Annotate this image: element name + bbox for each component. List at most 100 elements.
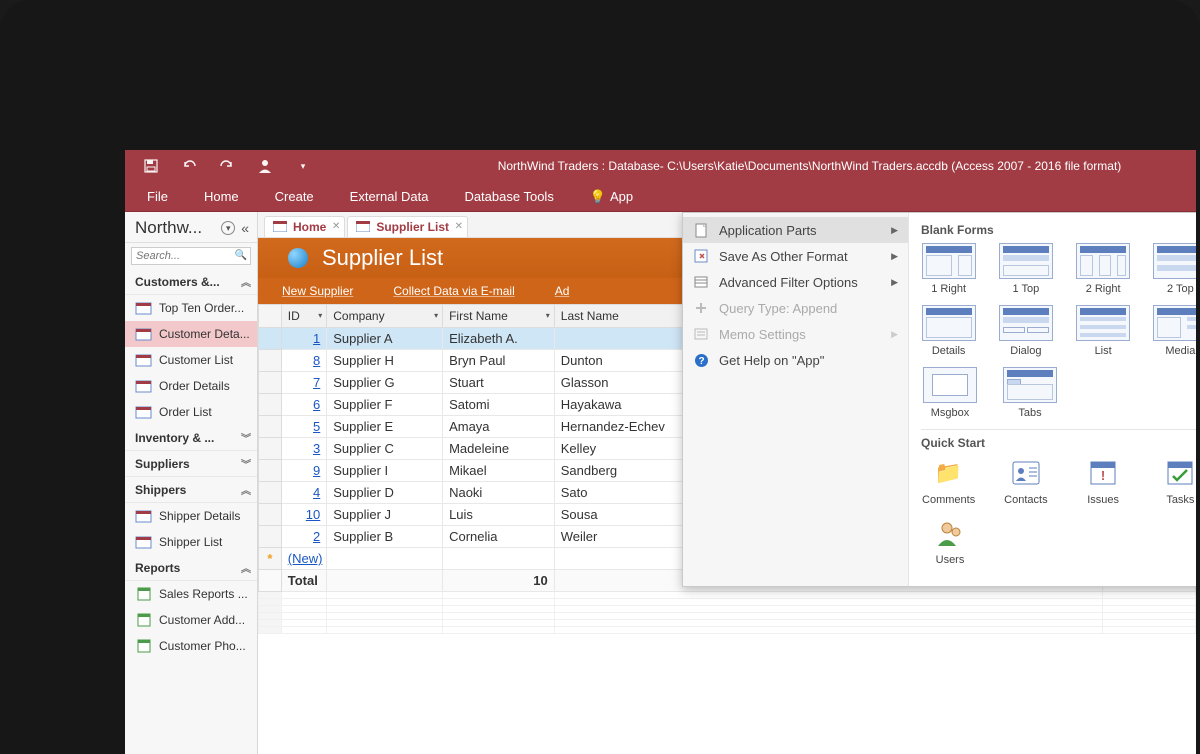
nav-item-customer-add[interactable]: Customer Add... — [125, 607, 257, 633]
nav-group-customers[interactable]: Customers &...︽ — [125, 269, 257, 295]
cell-id[interactable]: 2 — [281, 526, 327, 548]
collapse-icon[interactable]: ︽ — [241, 274, 251, 289]
gallery-1-right[interactable]: 1 Right — [921, 243, 976, 295]
expand-icon[interactable]: ︾ — [241, 456, 251, 471]
tab-home[interactable]: Home — [186, 183, 257, 210]
undo-icon[interactable] — [181, 158, 197, 174]
nav-group-shippers[interactable]: Shippers︽ — [125, 477, 257, 503]
gallery-msgbox[interactable]: Msgbox — [921, 367, 979, 419]
tab-create[interactable]: Create — [257, 183, 332, 210]
gallery-2-right[interactable]: 2 Right — [1076, 243, 1131, 295]
col-company[interactable]: Company▾ — [327, 305, 443, 328]
collapse-icon[interactable]: ︽ — [241, 482, 251, 497]
row-selector[interactable] — [259, 526, 282, 548]
menu-application-parts[interactable]: Application Parts▶ — [683, 217, 908, 243]
add-link[interactable]: Ad — [555, 284, 570, 298]
row-selector-header[interactable] — [259, 305, 282, 328]
tab-file[interactable]: File — [129, 183, 186, 210]
col-id[interactable]: ID▾ — [281, 305, 327, 328]
gallery-comments[interactable]: 📁Comments — [921, 456, 976, 506]
cell-company[interactable]: Supplier C — [327, 438, 443, 460]
nav-item-shipper-details[interactable]: Shipper Details — [125, 503, 257, 529]
close-icon[interactable]: ✕ — [332, 221, 340, 232]
cell-company[interactable]: Supplier D — [327, 482, 443, 504]
gallery-contacts[interactable]: Contacts — [998, 456, 1053, 506]
gallery-media[interactable]: Media — [1153, 305, 1196, 357]
cell-first-name[interactable]: Luis — [443, 504, 555, 526]
row-selector[interactable] — [259, 438, 282, 460]
search-input[interactable] — [131, 247, 251, 265]
collapse-icon[interactable]: ︽ — [241, 560, 251, 575]
cell-first-name[interactable]: Mikael — [443, 460, 555, 482]
gallery-tasks[interactable]: Tasks — [1153, 456, 1196, 506]
cell-id[interactable]: 1 — [281, 328, 327, 350]
nav-item-customer-list[interactable]: Customer List — [125, 347, 257, 373]
cell-id[interactable]: 7 — [281, 372, 327, 394]
user-icon[interactable] — [257, 158, 273, 174]
cell-company[interactable]: Supplier A — [327, 328, 443, 350]
row-selector[interactable] — [259, 504, 282, 526]
nav-title[interactable]: Northw... ▾ « — [125, 212, 257, 243]
cell-first-name[interactable]: Amaya — [443, 416, 555, 438]
cell-first-name[interactable]: Stuart — [443, 372, 555, 394]
nav-group-reports[interactable]: Reports︽ — [125, 555, 257, 581]
cell-id[interactable]: 8 — [281, 350, 327, 372]
nav-group-inventory[interactable]: Inventory & ...︾ — [125, 425, 257, 451]
nav-item-customer-pho[interactable]: Customer Pho... — [125, 633, 257, 659]
dropdown-icon[interactable]: ▾ — [434, 311, 438, 320]
cell-company[interactable]: Supplier F — [327, 394, 443, 416]
nav-group-suppliers[interactable]: Suppliers︾ — [125, 451, 257, 477]
collect-data-link[interactable]: Collect Data via E-mail — [393, 284, 514, 298]
gallery-1-top[interactable]: 1 Top — [998, 243, 1053, 295]
save-icon[interactable] — [143, 158, 159, 174]
cell-first-name[interactable]: Madeleine — [443, 438, 555, 460]
nav-item-top-ten-orders[interactable]: Top Ten Order... — [125, 295, 257, 321]
row-selector[interactable] — [259, 372, 282, 394]
nav-item-shipper-list[interactable]: Shipper List — [125, 529, 257, 555]
col-first-name[interactable]: First Name▾ — [443, 305, 555, 328]
cell-company[interactable]: Supplier I — [327, 460, 443, 482]
cell-company[interactable]: Supplier B — [327, 526, 443, 548]
row-selector[interactable] — [259, 328, 282, 350]
cell-first-name[interactable]: Naoki — [443, 482, 555, 504]
cell-company[interactable]: Supplier J — [327, 504, 443, 526]
redo-icon[interactable] — [219, 158, 235, 174]
row-selector[interactable] — [259, 482, 282, 504]
cell-first-name[interactable]: Satomi — [443, 394, 555, 416]
nav-item-order-details[interactable]: Order Details — [125, 373, 257, 399]
search-icon[interactable]: 🔍 — [235, 250, 247, 261]
cell-first-name[interactable]: Elizabeth A. — [443, 328, 555, 350]
new-supplier-link[interactable]: New Supplier — [282, 284, 353, 298]
gallery-dialog[interactable]: Dialog — [998, 305, 1053, 357]
new-record-icon[interactable]: * — [259, 548, 282, 570]
cell-company[interactable]: Supplier H — [327, 350, 443, 372]
cell-first-name[interactable]: Cornelia — [443, 526, 555, 548]
gallery-details[interactable]: Details — [921, 305, 976, 357]
dropdown-icon[interactable]: ▾ — [546, 311, 550, 320]
tab-database-tools[interactable]: Database Tools — [446, 183, 571, 210]
tab-external-data[interactable]: External Data — [332, 183, 447, 210]
gallery-users[interactable]: Users — [921, 516, 979, 566]
cell-id[interactable]: 3 — [281, 438, 327, 460]
gallery-tabs[interactable]: Tabs — [1001, 367, 1059, 419]
row-selector[interactable] — [259, 460, 282, 482]
cell-new[interactable]: (New) — [281, 548, 327, 570]
doc-tab-home[interactable]: Home ✕ — [264, 216, 345, 237]
gallery-issues[interactable]: !Issues — [1076, 456, 1131, 506]
doc-tab-supplier-list[interactable]: Supplier List ✕ — [347, 216, 468, 237]
nav-item-order-list[interactable]: Order List — [125, 399, 257, 425]
cell-id[interactable]: 6 — [281, 394, 327, 416]
cell-company[interactable]: Supplier E — [327, 416, 443, 438]
row-selector[interactable] — [259, 416, 282, 438]
nav-item-customer-details[interactable]: Customer Deta... — [125, 321, 257, 347]
gallery-2-top[interactable]: 2 Top — [1153, 243, 1196, 295]
collapse-nav-icon[interactable]: « — [241, 220, 249, 236]
menu-advanced-filter[interactable]: Advanced Filter Options▶ — [683, 269, 908, 295]
expand-icon[interactable]: ︾ — [241, 430, 251, 445]
cell-id[interactable]: 5 — [281, 416, 327, 438]
gallery-list[interactable]: List — [1076, 305, 1131, 357]
cell-id[interactable]: 10 — [281, 504, 327, 526]
row-selector[interactable] — [259, 350, 282, 372]
row-selector[interactable] — [259, 394, 282, 416]
cell-id[interactable]: 9 — [281, 460, 327, 482]
